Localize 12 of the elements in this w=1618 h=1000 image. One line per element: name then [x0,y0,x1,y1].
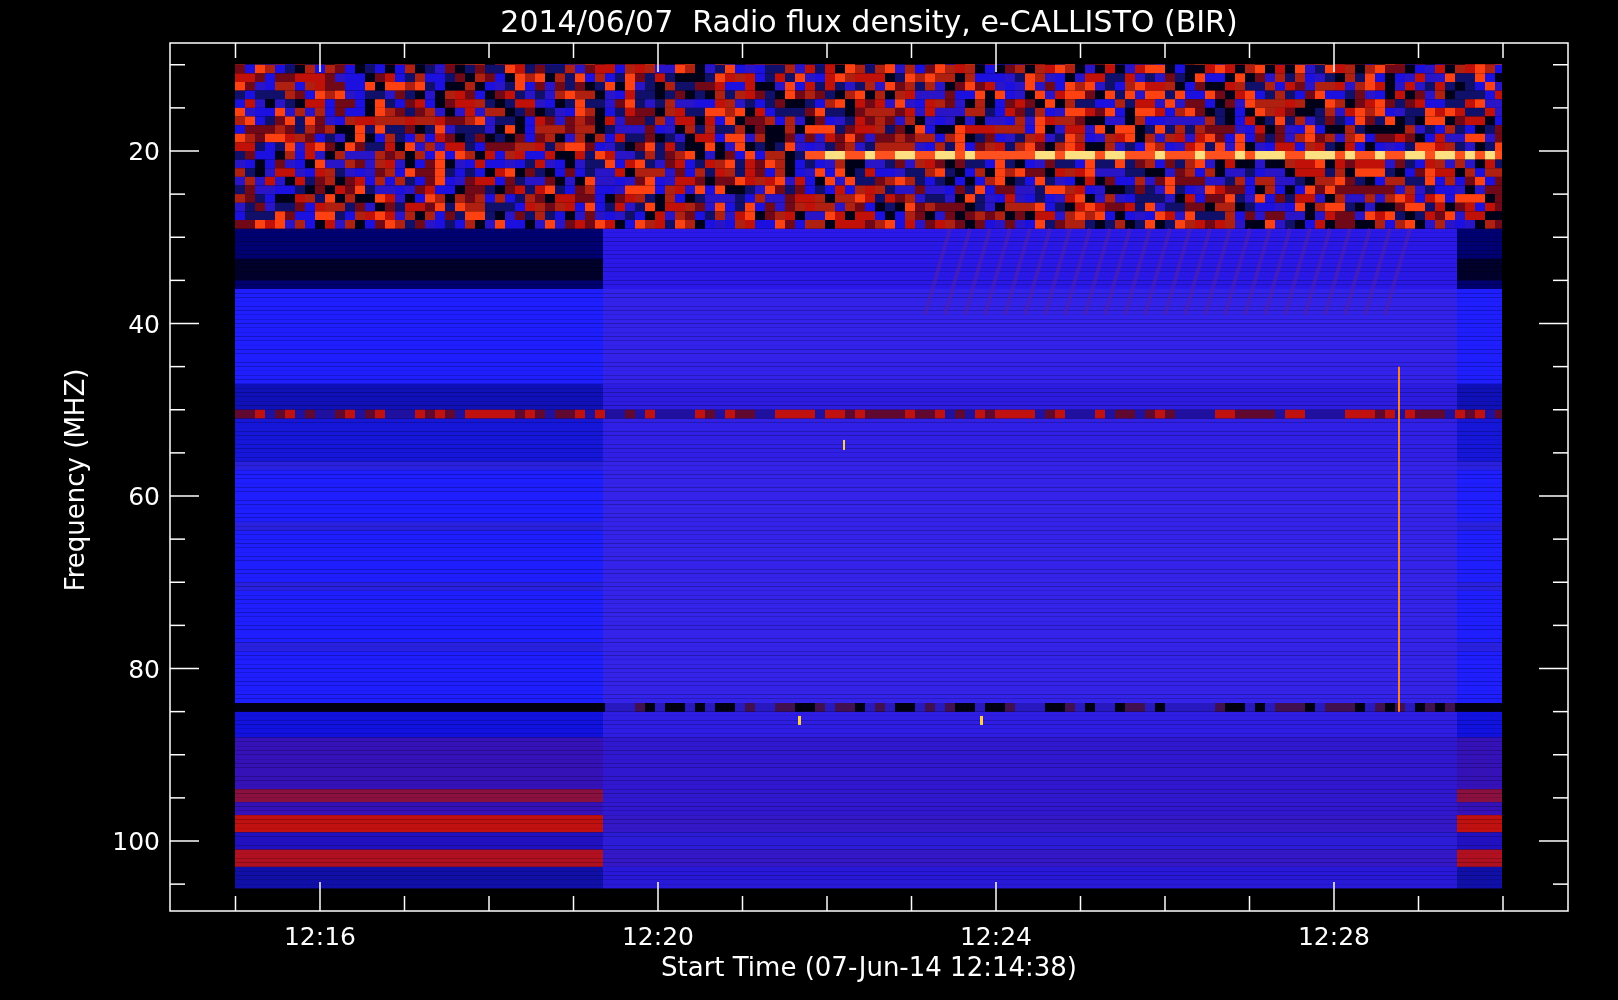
tick-label: 12:24 [960,922,1032,951]
plot-title: 2014/06/07 Radio flux density, e-CALLISTO (BIR) [500,4,1238,39]
tick-label: 12:16 [284,922,356,951]
axis-label: Frequency (MHZ) [60,368,90,592]
tick-label: 80 [128,654,160,684]
tick-label: 12:28 [1298,922,1370,951]
axis-label: Start Time (07-Jun-14 12:14:38) [661,952,1077,982]
tick-label: 40 [128,309,160,339]
tick-label: 20 [128,137,160,166]
tick-label: 100 [112,827,160,856]
tick-label: 12:20 [622,922,694,951]
tick-label: 60 [128,482,160,511]
